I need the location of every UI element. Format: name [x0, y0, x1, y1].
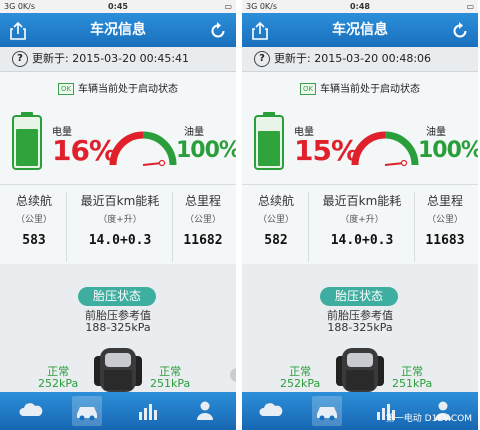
- battery-icon: [254, 112, 284, 170]
- stat-unit: （公里）: [426, 215, 463, 225]
- stat-value: 14.0+0.3: [88, 233, 152, 248]
- stat-value: 11683: [425, 233, 465, 248]
- tire-pressure: 252kPa: [38, 377, 79, 390]
- fuel-label: 油量: [426, 127, 446, 138]
- divider: [66, 192, 67, 262]
- stat-consumption: 最近百km能耗 （度+升） 14.0+0.3: [310, 192, 414, 248]
- updated-label: 更新于:: [32, 52, 69, 65]
- stat-odometer: 总里程 （公里） 11683: [414, 192, 476, 248]
- ok-badge: OK: [57, 83, 75, 95]
- divider: [308, 192, 309, 262]
- car-icon[interactable]: [312, 396, 342, 426]
- stat-odometer: 总里程 （公里） 11682: [172, 192, 234, 248]
- status-bar: 3G 0K/s 0:45 ▭: [0, 0, 236, 13]
- car-icon[interactable]: [72, 396, 102, 426]
- user-icon[interactable]: [190, 396, 220, 426]
- stat-unit: （公里）: [257, 215, 294, 225]
- stat-unit: （公里）: [15, 215, 52, 225]
- tab-bar: [0, 392, 236, 430]
- nav-bar: 车况信息: [0, 13, 236, 47]
- battery-fill: [16, 129, 38, 166]
- status-bar: 3G 0K/s 0:48 ▭: [242, 0, 478, 13]
- vehicle-state: OK 车辆当前处于启动状态: [242, 80, 478, 95]
- stat-consumption: 最近百km能耗 （度+升） 14.0+0.3: [68, 192, 172, 248]
- tire-pressure: 251kPa: [392, 377, 433, 390]
- stat-label: 总里程: [426, 194, 463, 208]
- fuel-label: 油量: [184, 127, 204, 138]
- tire-pressure: 252kPa: [280, 377, 321, 390]
- stat-range: 总续航 （公里） 583: [4, 192, 64, 248]
- tire-reference-range: 188-325kPa: [327, 321, 393, 334]
- share-icon[interactable]: [8, 21, 28, 41]
- battery-status-icon: ▭: [224, 2, 232, 11]
- phone-screen-1: 3G 0K/s 0:45 ▭ 车况信息 ? 更新于: 2015-03-20 00:…: [0, 0, 236, 430]
- battery-status-icon: ▭: [466, 2, 474, 11]
- vehicle-state-text: 车辆当前处于启动状态: [320, 84, 421, 95]
- tire-front-right: 正常 251kPa: [150, 366, 190, 390]
- tire-reference-range: 188-325kPa: [85, 321, 151, 334]
- status-time: 0:48: [350, 2, 370, 11]
- stat-value: 583: [22, 233, 46, 248]
- updated-time: 2015-03-20 00:48:06: [314, 52, 432, 65]
- fuel-percentage: 100%: [176, 138, 236, 163]
- stat-label: 总续航: [15, 194, 52, 208]
- watermark: 第一电动 D1EV.COM: [385, 414, 472, 424]
- stat-unit: （度+升）: [340, 215, 384, 225]
- nav-bar: 车况信息: [242, 13, 478, 47]
- page-title: 车况信息: [332, 22, 388, 38]
- tire-front-left: 正常 252kPa: [38, 366, 78, 390]
- battery-fill: [258, 131, 280, 166]
- stat-value: 14.0+0.3: [330, 233, 394, 248]
- phone-screen-2: 3G 0K/s 0:48 ▭ 车况信息 ? 更新于: 2015-03-20 00:…: [242, 0, 478, 430]
- updated-label: 更新于:: [274, 52, 311, 65]
- stat-range: 总续航 （公里） 582: [246, 192, 306, 248]
- help-icon[interactable]: ?: [254, 51, 270, 67]
- tab-bar: 第一电动 D1EV.COM: [242, 392, 478, 430]
- ok-badge: OK: [299, 83, 317, 95]
- page-title: 车况信息: [90, 22, 146, 38]
- car-top-icon: [94, 348, 142, 392]
- fuel-gauge: [109, 131, 177, 167]
- bar-chart-icon[interactable]: [132, 396, 162, 426]
- battery-icon: [12, 112, 42, 170]
- stat-label: 最近百km能耗: [322, 194, 402, 208]
- updated-time: 2015-03-20 00:45:41: [72, 52, 190, 65]
- tire-pressure: 251kPa: [150, 377, 191, 390]
- cloud-icon[interactable]: [16, 396, 46, 426]
- vehicle-state: OK 车辆当前处于启动状态: [0, 80, 236, 95]
- status-time: 0:45: [108, 2, 128, 11]
- tire-front-right: 正常 251kPa: [392, 366, 432, 390]
- stat-value: 11682: [183, 233, 223, 248]
- car-top-icon: [336, 348, 384, 392]
- stat-label: 总续航: [257, 194, 294, 208]
- share-icon[interactable]: [250, 21, 270, 41]
- stat-unit: （度+升）: [98, 215, 142, 225]
- fuel-percentage: 100%: [418, 138, 478, 163]
- updated-bar: ? 更新于: 2015-03-20 00:45:41: [0, 47, 236, 72]
- cloud-icon[interactable]: [256, 396, 286, 426]
- stat-value: 582: [264, 233, 288, 248]
- stat-label: 最近百km能耗: [80, 194, 160, 208]
- refresh-icon[interactable]: [208, 21, 228, 41]
- fuel-gauge: [351, 131, 419, 167]
- refresh-icon[interactable]: [450, 21, 470, 41]
- tire-status-button[interactable]: 胎压状态: [320, 287, 398, 306]
- divider: [242, 184, 478, 185]
- updated-bar: ? 更新于: 2015-03-20 00:48:06: [242, 47, 478, 72]
- stat-unit: （公里）: [184, 215, 221, 225]
- stat-label: 总里程: [184, 194, 221, 208]
- divider: [0, 184, 236, 185]
- vehicle-state-text: 车辆当前处于启动状态: [78, 84, 179, 95]
- tire-front-left: 正常 252kPa: [280, 366, 320, 390]
- tire-status-button[interactable]: 胎压状态: [78, 287, 156, 306]
- help-icon[interactable]: ?: [12, 51, 28, 67]
